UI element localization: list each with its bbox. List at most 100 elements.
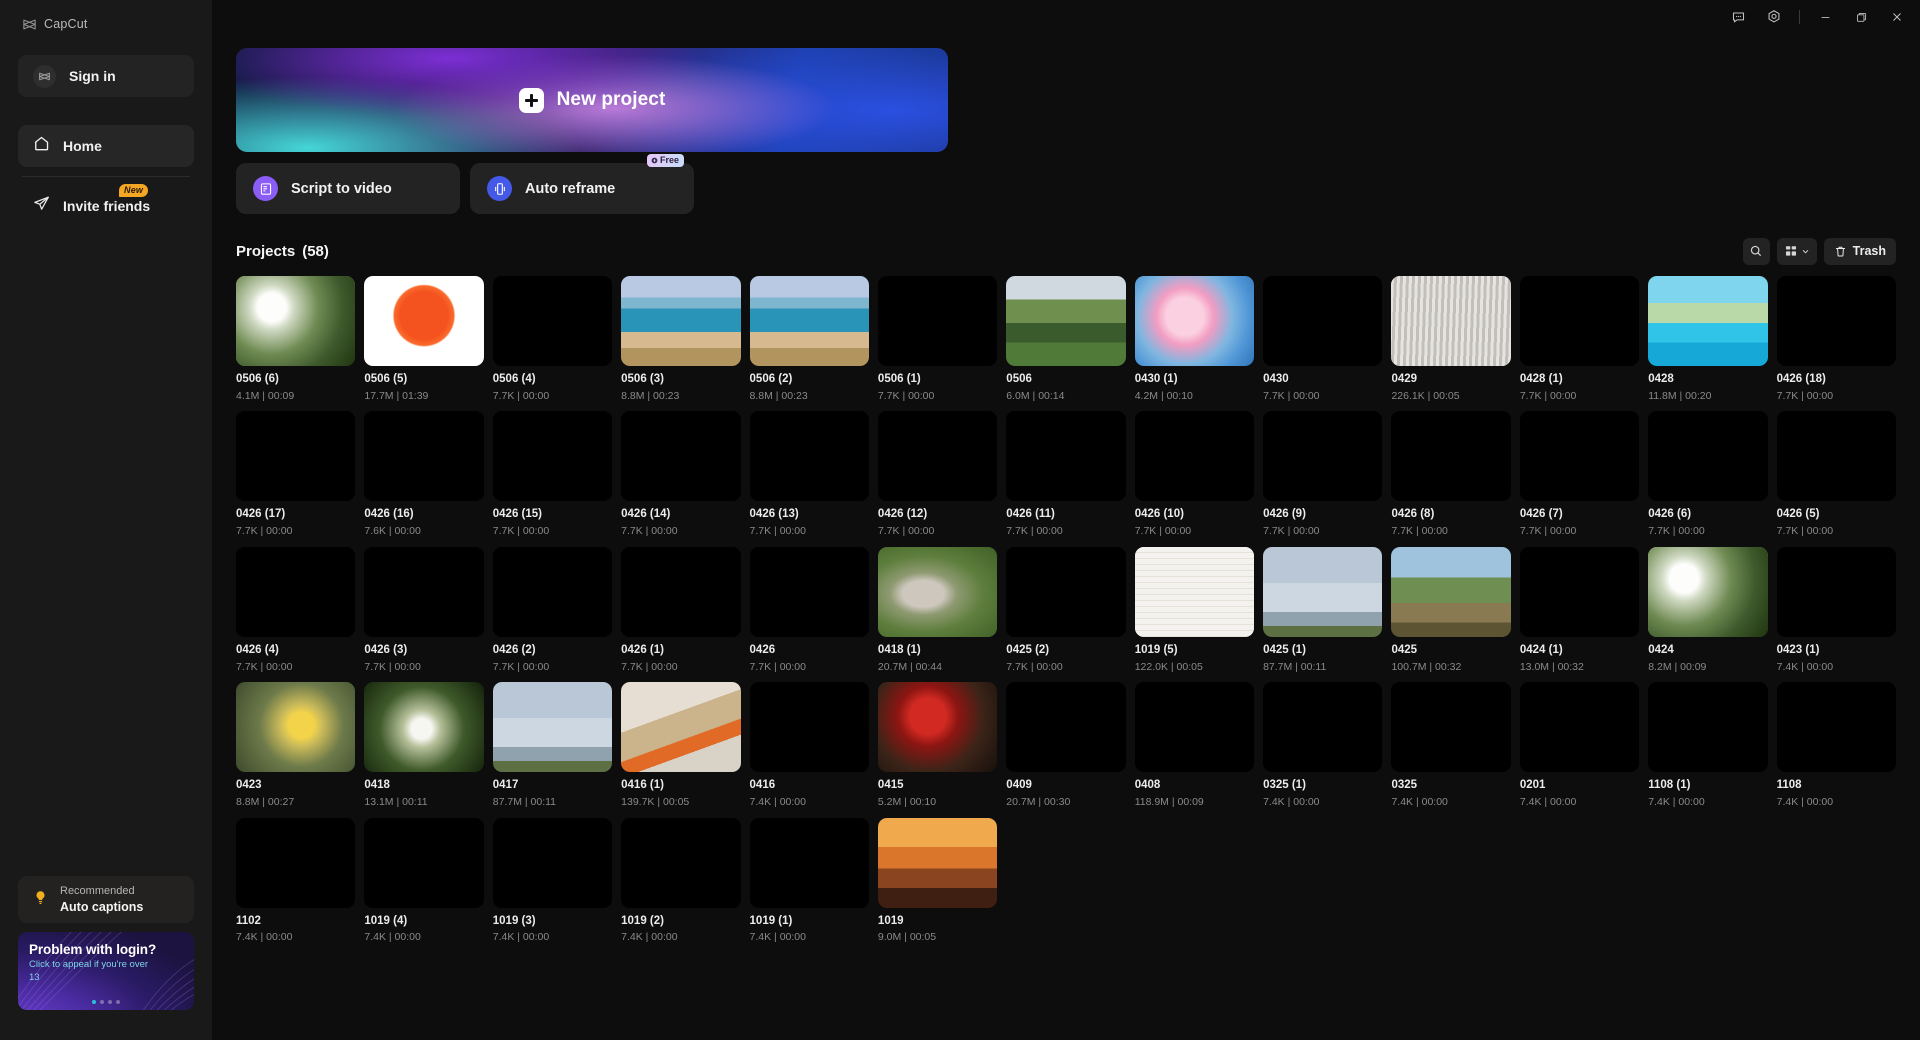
new-project-banner[interactable]: New project <box>236 48 948 152</box>
project-thumbnail[interactable] <box>493 547 612 637</box>
project-card[interactable]: 0423 (1)7.4K | 00:00 <box>1777 547 1896 673</box>
project-card[interactable]: 0425100.7M | 00:32 <box>1391 547 1510 673</box>
script-to-video-button[interactable]: Script to video <box>236 163 460 214</box>
project-thumbnail[interactable] <box>1006 547 1125 637</box>
project-card[interactable]: 0426 (10)7.7K | 00:00 <box>1135 411 1254 537</box>
carousel-dot[interactable] <box>100 1000 104 1004</box>
project-card[interactable]: 1019 (4)7.4K | 00:00 <box>364 818 483 944</box>
project-card[interactable]: 0428 (1)7.7K | 00:00 <box>1520 276 1639 402</box>
project-thumbnail[interactable] <box>1006 682 1125 772</box>
project-card[interactable]: 0408118.9M | 00:09 <box>1135 682 1254 808</box>
gear-icon[interactable] <box>1757 2 1791 32</box>
project-thumbnail[interactable] <box>750 682 869 772</box>
project-card[interactable]: 0506 (5)17.7M | 01:39 <box>364 276 483 402</box>
carousel-dot[interactable] <box>108 1000 112 1004</box>
project-thumbnail[interactable] <box>1263 682 1382 772</box>
project-thumbnail[interactable] <box>1520 276 1639 366</box>
project-card[interactable]: 0426 (3)7.7K | 00:00 <box>364 547 483 673</box>
project-thumbnail[interactable] <box>1391 682 1510 772</box>
project-thumbnail[interactable] <box>1648 276 1767 366</box>
project-card[interactable]: 0506 (2)8.8M | 00:23 <box>750 276 869 402</box>
project-card[interactable]: 0426 (12)7.7K | 00:00 <box>878 411 997 537</box>
project-card[interactable]: 02017.4K | 00:00 <box>1520 682 1639 808</box>
project-card[interactable]: 0426 (5)7.7K | 00:00 <box>1777 411 1896 537</box>
project-card[interactable]: 0506 (3)8.8M | 00:23 <box>621 276 740 402</box>
project-card[interactable]: 0426 (13)7.7K | 00:00 <box>750 411 869 537</box>
project-thumbnail[interactable] <box>1135 411 1254 501</box>
project-card[interactable]: 04248.2M | 00:09 <box>1648 547 1767 673</box>
project-thumbnail[interactable] <box>236 818 355 908</box>
project-thumbnail[interactable] <box>878 547 997 637</box>
project-card[interactable]: 0425 (1)87.7M | 00:11 <box>1263 547 1382 673</box>
project-thumbnail[interactable] <box>1135 276 1254 366</box>
project-thumbnail[interactable] <box>1777 411 1896 501</box>
project-card[interactable]: 0426 (16)7.6K | 00:00 <box>364 411 483 537</box>
project-card[interactable]: 0426 (4)7.7K | 00:00 <box>236 547 355 673</box>
project-card[interactable]: 0430 (1)4.2M | 00:10 <box>1135 276 1254 402</box>
project-card[interactable]: 041787.7M | 00:11 <box>493 682 612 808</box>
project-card[interactable]: 040920.7M | 00:30 <box>1006 682 1125 808</box>
project-thumbnail[interactable] <box>236 411 355 501</box>
project-thumbnail[interactable] <box>1391 547 1510 637</box>
project-thumbnail[interactable] <box>878 682 997 772</box>
project-thumbnail[interactable] <box>493 276 612 366</box>
maximize-icon[interactable] <box>1844 2 1878 32</box>
project-card[interactable]: 1019 (3)7.4K | 00:00 <box>493 818 612 944</box>
project-card[interactable]: 041813.1M | 00:11 <box>364 682 483 808</box>
project-card[interactable]: 05066.0M | 00:14 <box>1006 276 1125 402</box>
project-thumbnail[interactable] <box>1263 547 1382 637</box>
project-card[interactable]: 11027.4K | 00:00 <box>236 818 355 944</box>
project-card[interactable]: 0424 (1)13.0M | 00:32 <box>1520 547 1639 673</box>
project-card[interactable]: 0418 (1)20.7M | 00:44 <box>878 547 997 673</box>
feedback-icon[interactable] <box>1721 2 1755 32</box>
project-thumbnail[interactable] <box>750 276 869 366</box>
project-thumbnail[interactable] <box>878 818 997 908</box>
project-thumbnail[interactable] <box>621 547 740 637</box>
project-thumbnail[interactable] <box>878 411 997 501</box>
project-thumbnail[interactable] <box>878 276 997 366</box>
sidebar-item-invite-friends[interactable]: Invite friends New <box>18 185 194 227</box>
project-thumbnail[interactable] <box>1006 276 1125 366</box>
project-card[interactable]: 0426 (2)7.7K | 00:00 <box>493 547 612 673</box>
project-thumbnail[interactable] <box>364 276 483 366</box>
project-card[interactable]: 0426 (7)7.7K | 00:00 <box>1520 411 1639 537</box>
minimize-icon[interactable] <box>1808 2 1842 32</box>
project-thumbnail[interactable] <box>236 682 355 772</box>
project-thumbnail[interactable] <box>621 818 740 908</box>
project-thumbnail[interactable] <box>1777 547 1896 637</box>
sidebar-item-home[interactable]: Home <box>18 125 194 167</box>
login-problem-promo-card[interactable]: Problem with login? Click to appeal if y… <box>18 932 194 1010</box>
project-thumbnail[interactable] <box>1006 411 1125 501</box>
project-thumbnail[interactable] <box>364 682 483 772</box>
project-thumbnail[interactable] <box>1520 682 1639 772</box>
project-card[interactable]: 1108 (1)7.4K | 00:00 <box>1648 682 1767 808</box>
search-button[interactable] <box>1743 238 1770 265</box>
project-thumbnail[interactable] <box>364 411 483 501</box>
sign-in-button[interactable]: Sign in <box>18 55 194 97</box>
project-thumbnail[interactable] <box>236 547 355 637</box>
project-thumbnail[interactable] <box>750 547 869 637</box>
project-thumbnail[interactable] <box>1391 276 1510 366</box>
project-thumbnail[interactable] <box>621 411 740 501</box>
carousel-dot[interactable] <box>92 1000 96 1004</box>
project-thumbnail[interactable] <box>1263 411 1382 501</box>
project-card[interactable]: 0426 (8)7.7K | 00:00 <box>1391 411 1510 537</box>
project-card[interactable]: 0426 (1)7.7K | 00:00 <box>621 547 740 673</box>
project-thumbnail[interactable] <box>1263 276 1382 366</box>
project-card[interactable]: 04307.7K | 00:00 <box>1263 276 1382 402</box>
trash-button[interactable]: Trash <box>1824 238 1896 265</box>
project-thumbnail[interactable] <box>750 818 869 908</box>
project-card[interactable]: 1019 (5)122.0K | 00:05 <box>1135 547 1254 673</box>
view-mode-button[interactable] <box>1777 238 1817 265</box>
project-thumbnail[interactable] <box>1520 547 1639 637</box>
project-card[interactable]: 0429226.1K | 00:05 <box>1391 276 1510 402</box>
project-card[interactable]: 0506 (1)7.7K | 00:00 <box>878 276 997 402</box>
recommended-auto-captions-card[interactable]: Recommended Auto captions <box>18 876 194 923</box>
project-card[interactable]: 04238.8M | 00:27 <box>236 682 355 808</box>
project-thumbnail[interactable] <box>621 276 740 366</box>
auto-reframe-button[interactable]: Auto reframe Free <box>470 163 694 214</box>
project-card[interactable]: 03257.4K | 00:00 <box>1391 682 1510 808</box>
project-card[interactable]: 0416 (1)139.7K | 00:05 <box>621 682 740 808</box>
project-thumbnail[interactable] <box>364 547 483 637</box>
project-card[interactable]: 0426 (17)7.7K | 00:00 <box>236 411 355 537</box>
